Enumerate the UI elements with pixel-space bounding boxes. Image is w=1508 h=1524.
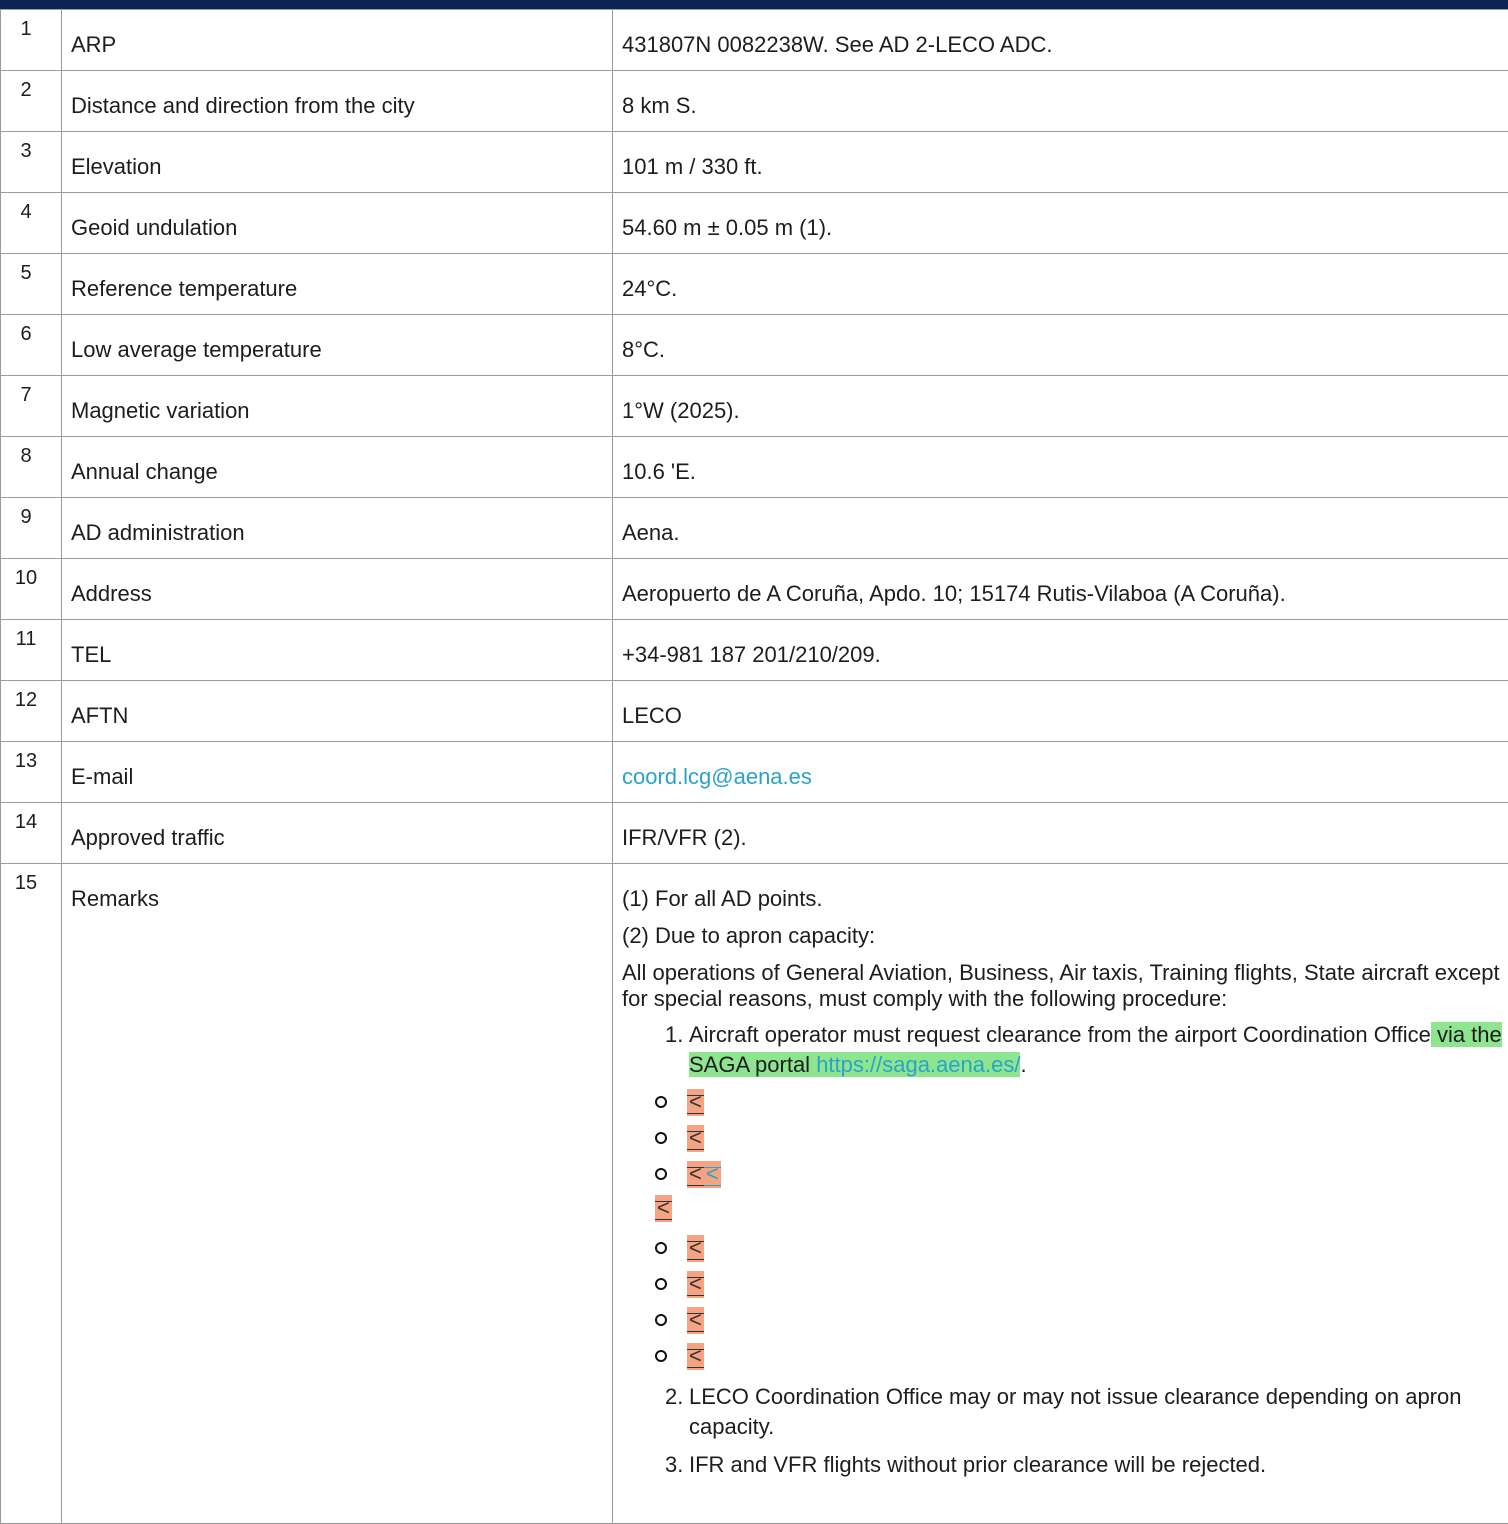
procedure-step-1: 1. Aircraft operator must request cleara…	[622, 1020, 1503, 1374]
table-row: 13 E-mail coord.lcg@aena.es	[1, 742, 1508, 803]
row-number: 9	[20, 506, 31, 529]
deleted-bullet-list: < < <<	[689, 1084, 1503, 1192]
email-link[interactable]: coord.lcg@aena.es	[613, 742, 1508, 790]
remark-note-1: (1) For all AD points.	[622, 886, 1503, 912]
row-number: 6	[20, 323, 31, 346]
row-value: Aena.	[613, 498, 1508, 546]
deleted-text: <	[687, 1307, 704, 1334]
row-number: 13	[15, 750, 37, 773]
row-label: Elevation	[62, 132, 612, 180]
row-label: Low average temperature	[62, 315, 612, 363]
list-item: <	[655, 1302, 1503, 1338]
row-number: 4	[20, 201, 31, 224]
row-number: 5	[20, 262, 31, 285]
row-number: 2	[20, 79, 31, 102]
procedure-list: 1. Aircraft operator must request cleara…	[622, 1020, 1503, 1480]
procedure-step-3: 3. IFR and VFR flights without prior cle…	[622, 1450, 1503, 1480]
row-number: 1	[20, 18, 31, 41]
bullet-icon	[655, 1278, 667, 1290]
table-row: 9 AD administration Aena.	[1, 498, 1508, 559]
row-label: Address	[62, 559, 612, 607]
row-label: AD administration	[62, 498, 612, 546]
list-item: <<	[655, 1156, 1503, 1192]
header-bar	[0, 0, 1508, 9]
row-label: TEL	[62, 620, 612, 668]
bullet-icon	[655, 1132, 667, 1144]
table-row: 8 Annual change 10.6 'E.	[1, 437, 1508, 498]
table-row: 2 Distance and direction from the city 8…	[1, 71, 1508, 132]
row-label: Reference temperature	[62, 254, 612, 302]
row-label: AFTN	[62, 681, 612, 729]
bullet-icon	[655, 1096, 667, 1108]
table-row: 14 Approved traffic IFR/VFR (2).	[1, 803, 1508, 864]
table-row: 1 ARP 431807N 0082238W. See AD 2-LECO AD…	[1, 10, 1508, 71]
aerodrome-data-table: 1 ARP 431807N 0082238W. See AD 2-LECO AD…	[0, 9, 1508, 1524]
bullet-icon	[655, 1242, 667, 1254]
row-label: E-mail	[62, 742, 612, 790]
row-value: +34-981 187 201/210/209.	[613, 620, 1508, 668]
table-row-remarks: 15 Remarks (1) For all AD points. (2) Du…	[1, 864, 1508, 1524]
row-number: 11	[16, 628, 37, 651]
table-row: 4 Geoid undulation 54.60 m ± 0.05 m (1).	[1, 193, 1508, 254]
list-item: <	[655, 1230, 1503, 1266]
list-item: <	[655, 1338, 1503, 1374]
row-label: Magnetic variation	[62, 376, 612, 424]
remark-procedure-intro: All operations of General Aviation, Busi…	[622, 960, 1503, 1012]
row-value: 1°W (2025).	[613, 376, 1508, 424]
deleted-bullet-list: < < < <	[689, 1230, 1503, 1374]
deleted-text: <	[687, 1343, 704, 1370]
row-value: LECO	[613, 681, 1508, 729]
row-label: Distance and direction from the city	[62, 71, 612, 119]
row-label: ARP	[62, 10, 612, 58]
deleted-text: <	[687, 1089, 704, 1116]
row-value: 54.60 m ± 0.05 m (1).	[613, 193, 1508, 241]
bullet-icon	[655, 1314, 667, 1326]
row-label: Geoid undulation	[62, 193, 612, 241]
row-number: 3	[20, 140, 31, 163]
table-row: 7 Magnetic variation 1°W (2025).	[1, 376, 1508, 437]
table-row: 10 Address Aeropuerto de A Coruña, Apdo.…	[1, 559, 1508, 620]
table-row: 12 AFTN LECO	[1, 681, 1508, 742]
row-value: 101 m / 330 ft.	[613, 132, 1508, 180]
deleted-link: <	[704, 1161, 721, 1188]
row-number: 8	[20, 445, 31, 468]
row-number: 10	[15, 567, 37, 590]
saga-portal-link[interactable]: https://saga.aena.es/	[816, 1052, 1020, 1077]
table-row: 3 Elevation 101 m / 330 ft.	[1, 132, 1508, 193]
deleted-text: <	[687, 1125, 704, 1152]
deleted-text: <	[687, 1161, 704, 1188]
row-value: Aeropuerto de A Coruña, Apdo. 10; 15174 …	[613, 559, 1508, 607]
bullet-icon	[655, 1350, 667, 1362]
row-value: IFR/VFR (2).	[613, 803, 1508, 851]
row-number: 12	[15, 689, 37, 712]
remarks-content: (1) For all AD points. (2) Due to apron …	[613, 864, 1508, 1480]
procedure-step-2: 2. LECO Coordination Office may or may n…	[622, 1382, 1503, 1442]
row-label: Annual change	[62, 437, 612, 485]
row-number: 15	[15, 872, 37, 895]
bullet-icon	[655, 1168, 667, 1180]
deleted-text: <	[655, 1195, 672, 1222]
table-row: 11 TEL +34-981 187 201/210/209.	[1, 620, 1508, 681]
list-item: <	[655, 1120, 1503, 1156]
row-value: 10.6 'E.	[613, 437, 1508, 485]
deleted-text: <	[687, 1271, 704, 1298]
deleted-text: <	[687, 1235, 704, 1262]
list-item: <	[655, 1084, 1503, 1120]
table-row: 5 Reference temperature 24°C.	[1, 254, 1508, 315]
list-item: <	[655, 1266, 1503, 1302]
table-row: 6 Low average temperature 8°C.	[1, 315, 1508, 376]
row-value: 8°C.	[613, 315, 1508, 363]
remark-note-2: (2) Due to apron capacity:	[622, 923, 1503, 949]
row-number: 14	[15, 811, 37, 834]
row-label: Remarks	[62, 864, 612, 912]
row-value: 431807N 0082238W. See AD 2-LECO ADC.	[613, 10, 1508, 58]
row-number: 7	[20, 384, 31, 407]
row-value: 8 km S.	[613, 71, 1508, 119]
row-label: Approved traffic	[62, 803, 612, 851]
row-value: 24°C.	[613, 254, 1508, 302]
